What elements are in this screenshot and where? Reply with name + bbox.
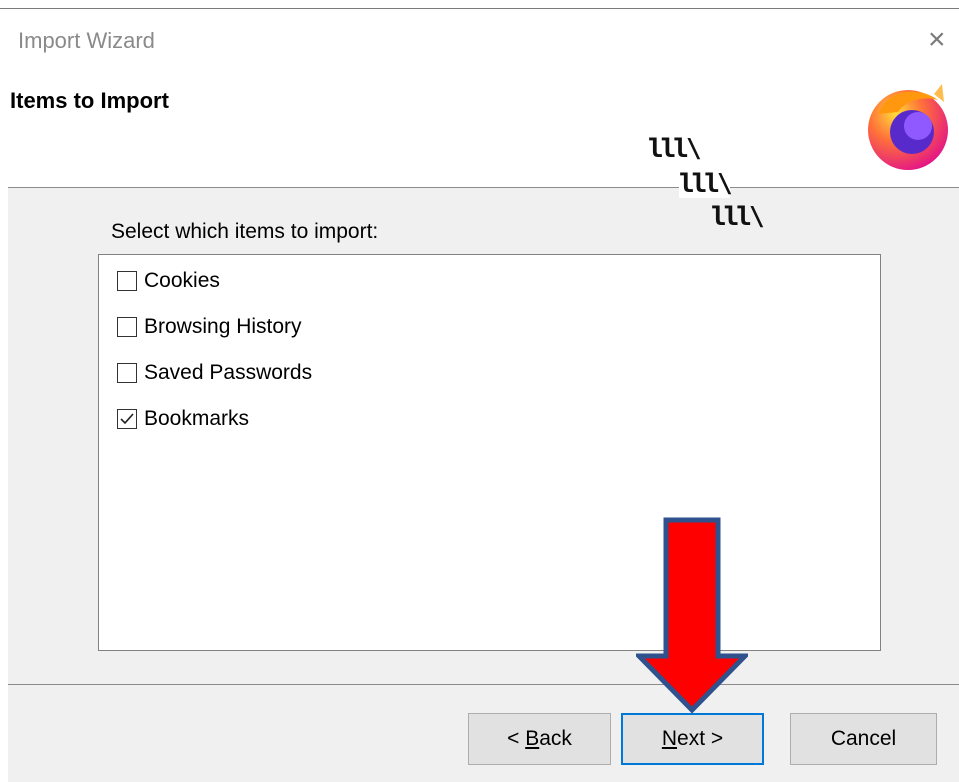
wizard-header: Items to Import: [0, 64, 959, 188]
next-button[interactable]: Next >: [621, 713, 764, 765]
checkbox[interactable]: [117, 271, 137, 291]
decorative-text: lll\: [679, 169, 733, 199]
back-button-prefix: <: [507, 727, 526, 750]
checkbox[interactable]: [117, 317, 137, 337]
close-icon[interactable]: ×: [928, 25, 946, 55]
bookmarks-checkbox-item[interactable]: Bookmarks: [117, 404, 249, 434]
decorative-text: lll\: [648, 134, 702, 164]
checkbox-label: Saved Passwords: [144, 361, 313, 384]
checkbox-label: Bookmarks: [144, 407, 250, 430]
checkbox-checked[interactable]: [117, 409, 137, 429]
items-listbox[interactable]: Cookies Browsing History Saved Passwords…: [98, 254, 881, 651]
decorative-text: lll\: [711, 202, 765, 232]
top-border: [0, 8, 959, 9]
back-button[interactable]: < Back: [468, 713, 611, 765]
window-title: Import Wizard: [18, 28, 155, 53]
cancel-button[interactable]: Cancel: [790, 713, 937, 765]
page-heading: Items to Import: [10, 88, 169, 113]
back-button-rest: ack: [539, 727, 572, 750]
checkbox[interactable]: [117, 363, 137, 383]
check-icon: [120, 413, 134, 425]
checkbox-label: Cookies: [144, 269, 220, 292]
back-button-accel: B: [525, 727, 540, 750]
checkbox-label: Browsing History: [144, 315, 302, 338]
firefox-logo-icon: [868, 84, 948, 170]
saved-passwords-checkbox-item[interactable]: Saved Passwords: [117, 358, 312, 388]
next-button-accel: N: [661, 727, 678, 750]
browsing-history-checkbox-item[interactable]: Browsing History: [117, 312, 302, 342]
cookies-checkbox-item[interactable]: Cookies: [117, 266, 220, 296]
next-button-rest: ext >: [677, 727, 724, 750]
import-prompt-label: Select which items to import:: [111, 220, 379, 243]
